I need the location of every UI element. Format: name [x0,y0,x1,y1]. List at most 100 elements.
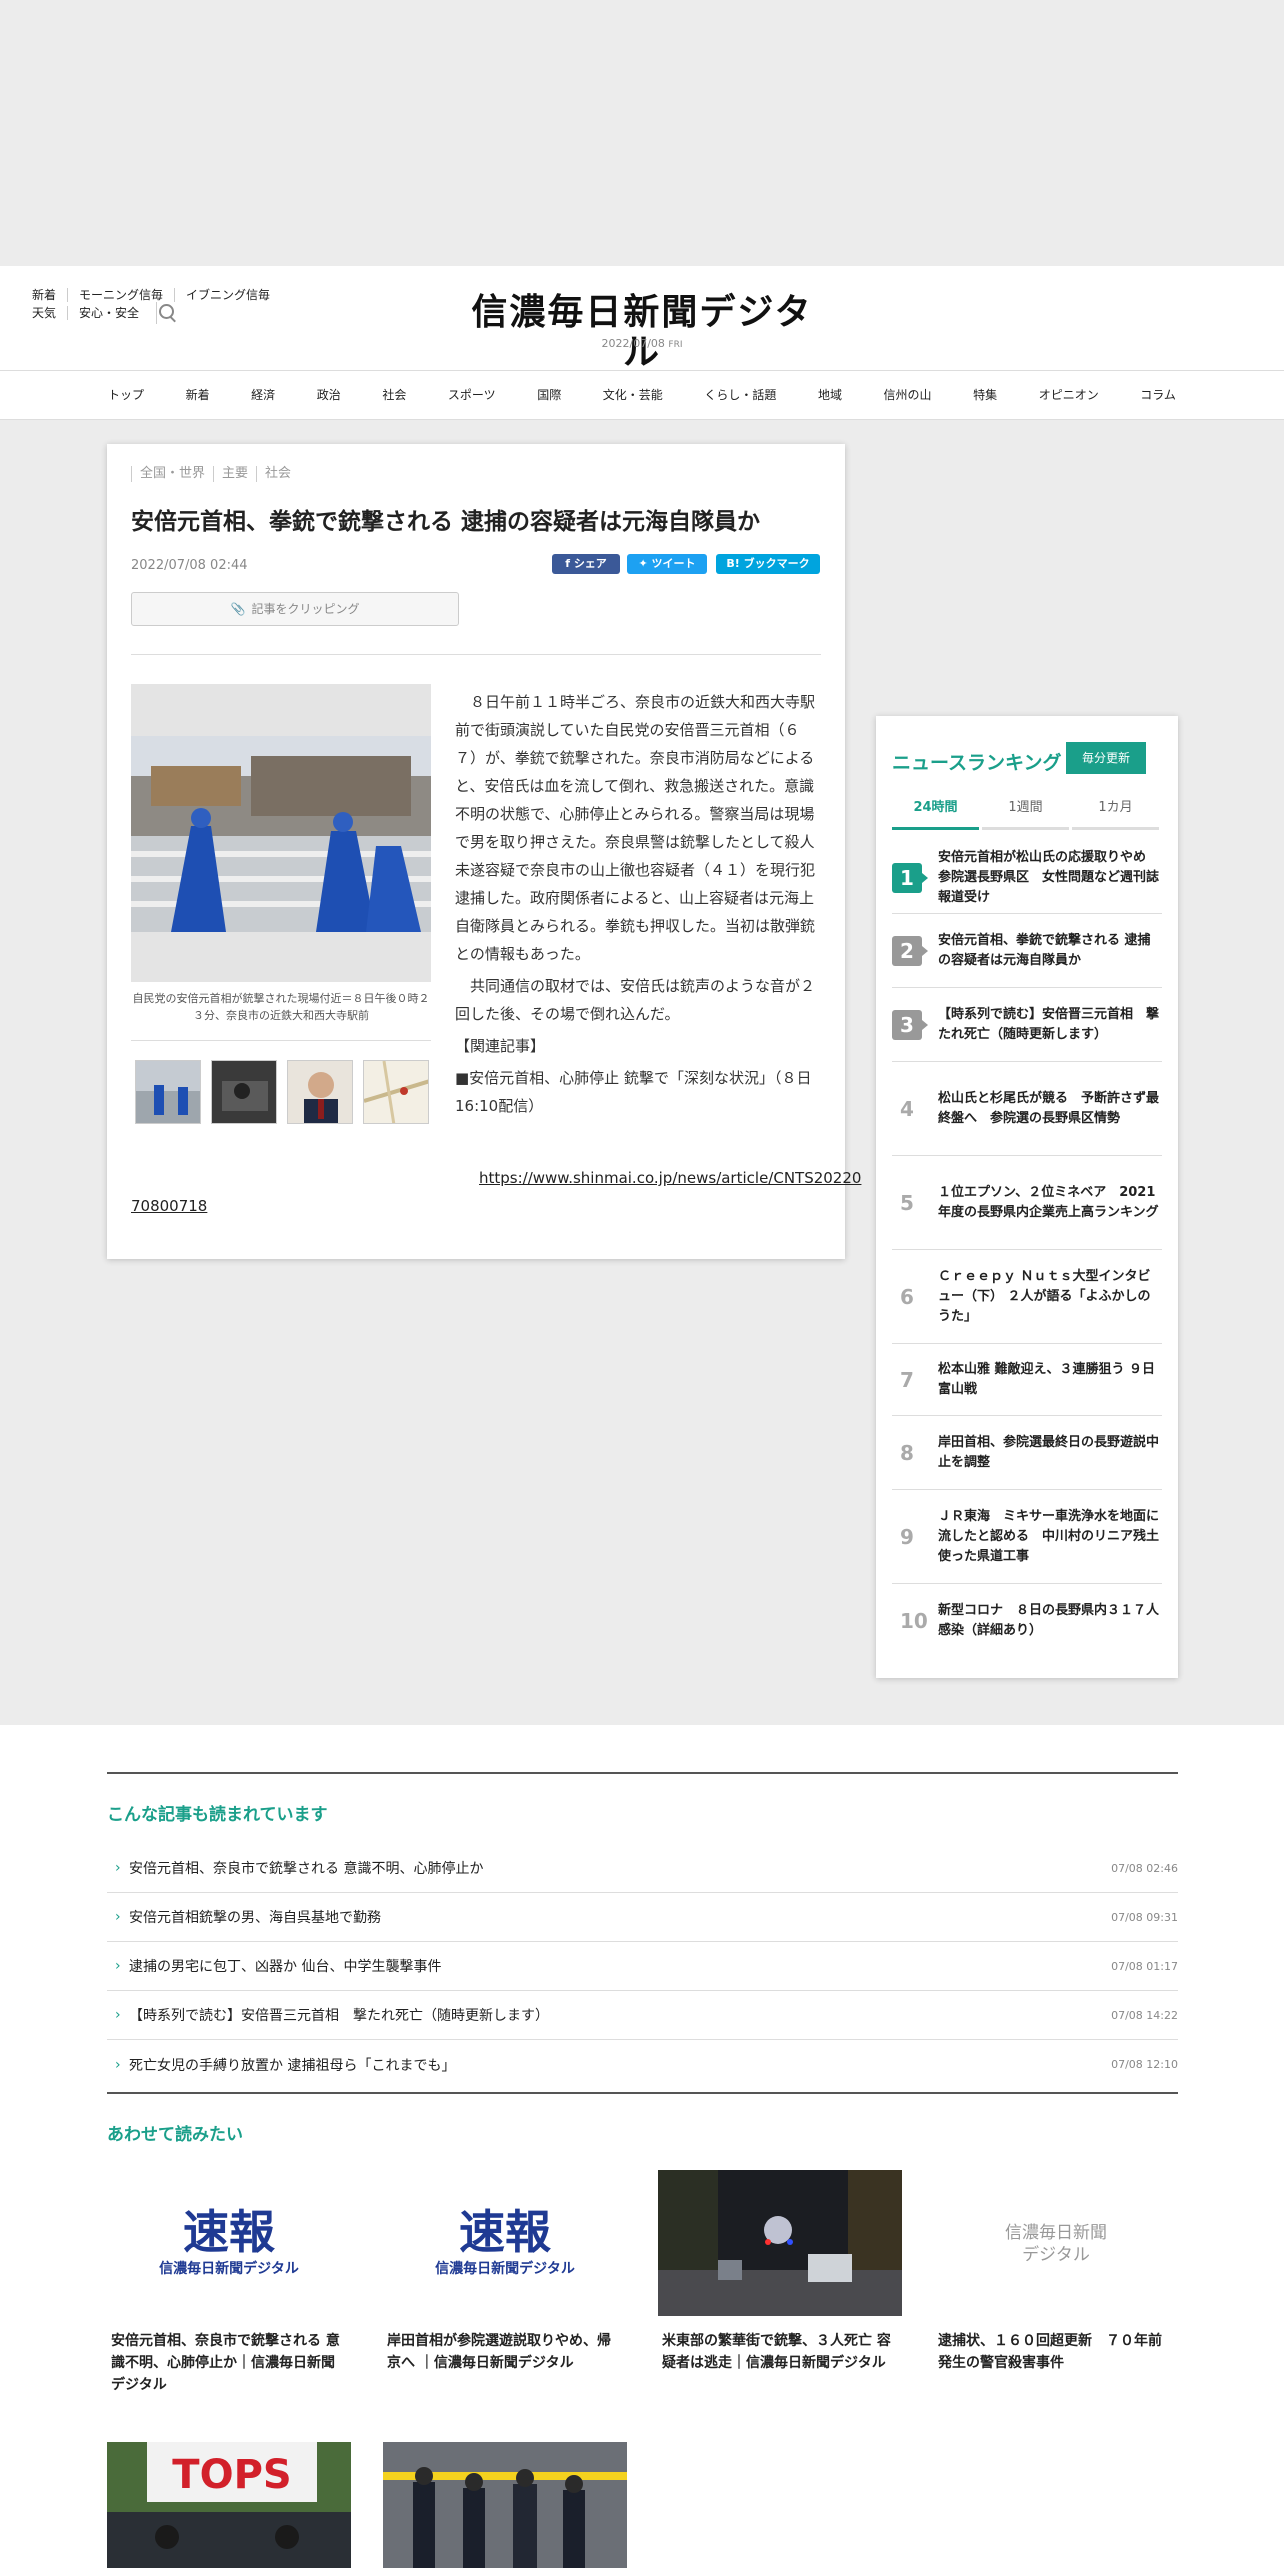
ranking-item-title[interactable]: 新型コロナ ８日の長野県内３１７人感染（詳細あり） [928,1601,1162,1641]
ranking-item[interactable]: 7 松本山雅 難敵迎え、３連勝狙う ９日富山戦 [892,1344,1162,1416]
header-link-weather[interactable]: 天気 [32,306,67,320]
ranking-item[interactable]: 10 新型コロナ ８日の長野県内３１７人感染（詳細あり） [892,1584,1162,1658]
category-tag[interactable]: 主要 [213,466,256,482]
list-item-date: 07/08 09:31 [1111,1910,1178,1924]
ranking-item[interactable]: 3 【時系列で読む】安倍晋三元首相 撃たれ死亡（随時更新します） [892,988,1162,1062]
related-label: 【関連記事】 [455,1037,546,1055]
placeholder-logo-line1: 信濃毎日新聞 [1005,2223,1107,2243]
ranking-item[interactable]: 4 松山氏と杉尾氏が競る 予断許さず最終盤へ 参院選の長野県区情勢 [892,1062,1162,1156]
ranking-item[interactable]: 6 Ｃｒｅｅｐｙ Ｎｕｔｓ大型インタビュー（下） ２人が語る「よふかしのうた」 [892,1250,1162,1344]
ranking-item-title[interactable]: １位エプソン、２位ミネベア 2021年度の長野県内企業売上高ランキング [928,1183,1162,1223]
article-url-part2[interactable]: 70800718 [131,1197,207,1215]
ranking-item[interactable]: 5 １位エプソン、２位ミネベア 2021年度の長野県内企業売上高ランキング [892,1156,1162,1250]
rank-number: 6 [900,1284,914,1309]
site-logo[interactable]: 信濃毎日新聞デジタル [466,292,818,372]
photo-thumbnails [135,1060,429,1124]
rank-number: 9 [900,1524,914,1549]
recommend-title: あわせて読みたい [107,2125,243,2145]
header-link-new[interactable]: 新着 [32,288,67,302]
ranking-item-title[interactable]: Ｃｒｅｅｐｙ Ｎｕｔｓ大型インタビュー（下） ２人が語る「よふかしのうた」 [928,1267,1162,1327]
nav-item-feature[interactable]: 特集 [963,371,1007,419]
ranking-item[interactable]: 1 安倍元首相が松山氏の応援取りやめ 参院選長野県区 女性問題など週刊誌報道受け [892,842,1162,914]
nav-item-international[interactable]: 国際 [527,371,571,419]
header-link-safety[interactable]: 安心・安全 [67,306,150,320]
nav-item-society[interactable]: 社会 [372,371,416,419]
nav-item-mountain[interactable]: 信州の山 [874,371,942,419]
recommend-card[interactable]: 信濃毎日新聞 デジタル 逮捕状、１６０回超更新 ７０年前発生の警官殺害事件 [934,2170,1178,2374]
header-date-value: 2022/07/08 [601,337,665,350]
recommend-card[interactable]: 速報 信濃毎日新聞デジタル 安倍元首相、奈良市で銃撃される 意識不明、心肺停止か… [107,2170,351,2396]
related-article-link[interactable]: ■安倍元首相、心肺停止 銃撃で「深刻な状況」（８日16:10配信） [455,1064,821,1120]
recommend-card[interactable]: 米東部の繁華街で銃撃、３人死亡 容疑者は逃走｜信濃毎日新聞デジタル [658,2170,902,2374]
header-link-evening[interactable]: イブニング信毎 [174,288,281,302]
ranking-item[interactable]: 8 岸田首相、参院選最終日の長野遊説中止を調整 [892,1416,1162,1490]
article-title: 安倍元首相、拳銃で銃撃される 逮捕の容疑者は元海自隊員か [131,509,761,535]
ranking-item-title[interactable]: 松山氏と杉尾氏が競る 予断許さず最終盤へ 参院選の長野県区情勢 [928,1089,1162,1129]
nav-item-sports[interactable]: スポーツ [438,371,506,419]
nav-item-economy[interactable]: 経済 [241,371,285,419]
ranking-item[interactable]: 9 ＪＲ東海 ミキサー車洗浄水を地面に流したと認める 中川村のリニア残土使った県… [892,1490,1162,1584]
photo-thumbnail[interactable] [363,1060,429,1124]
card-title[interactable]: 岸田首相が参院選遊説取りやめ、帰京へ ｜信濃毎日新聞デジタル [383,2330,627,2374]
nav-item-region[interactable]: 地域 [808,371,852,419]
main-nav: トップ 新着 経済 政治 社会 スポーツ 国際 文化・芸能 くらし・話題 地域 … [0,370,1284,420]
ranking-item-title[interactable]: 岸田首相、参院選最終日の長野遊説中止を調整 [928,1433,1162,1473]
nav-item-culture[interactable]: 文化・芸能 [593,371,673,419]
list-item[interactable]: › 死亡女児の手縛り放置か 逮捕祖母ら「これまでも」 07/08 12:10 [107,2040,1178,2089]
list-item-title[interactable]: 死亡女児の手縛り放置か 逮捕祖母ら「これまでも」 [129,2055,1111,2075]
nav-item-column[interactable]: コラム [1130,371,1186,419]
photo-thumbnail[interactable] [287,1060,353,1124]
article-paragraph: 共同通信の取材では、安倍氏は銃声のような音が２回した後、その場で倒れ込んだ。 [455,977,816,1023]
category-tag[interactable]: 全国・世界 [131,466,213,482]
tab-24h[interactable]: 24時間 [892,796,979,830]
ranking-item-title[interactable]: 【時系列で読む】安倍晋三元首相 撃たれ死亡（随時更新します） [928,1005,1162,1045]
nav-item-life[interactable]: くらし・話題 [694,371,786,419]
ranking-item-title[interactable]: ＪＲ東海 ミキサー車洗浄水を地面に流したと認める 中川村のリニア残土使った県道工… [928,1507,1162,1567]
also-read-title: こんな記事も読まれています [107,1805,328,1825]
list-item[interactable]: › 【時系列で読む】安倍晋三元首相 撃たれ死亡（随時更新します） 07/08 14:… [107,1991,1178,2040]
nav-item-top[interactable]: トップ [98,371,154,419]
list-item-title[interactable]: 【時系列で読む】安倍晋三元首相 撃たれ死亡（随時更新します） [129,2005,1111,2025]
list-item[interactable]: › 安倍元首相、奈良市で銃撃される 意識不明、心肺停止か 07/08 02:46 [107,1844,1178,1893]
tops-sign: TOPS [172,2452,291,2498]
category-tag[interactable]: 社会 [256,466,299,482]
breaking-label: 速報 [459,2205,551,2259]
list-item[interactable]: › 安倍元首相銃撃の男、海自呉基地で勤務 07/08 09:31 [107,1893,1178,1942]
ranking-item-title[interactable]: 松本山雅 難敵迎え、３連勝狙う ９日富山戦 [928,1360,1162,1400]
site-header: 新着 モーニング信毎 イブニング信毎 天気 安心・安全 信濃毎日新聞デジタル 2… [0,266,1284,372]
photo-thumbnail[interactable] [211,1060,277,1124]
hatena-bookmark-button[interactable]: B! ブックマーク [716,554,820,574]
list-item-title[interactable]: 安倍元首相、奈良市で銃撃される 意識不明、心肺停止か [129,1858,1111,1878]
facebook-share-button[interactable]: f シェア [552,554,620,574]
twitter-share-button[interactable]: ✦ ツイート [627,554,707,574]
recommend-card[interactable] [383,2442,627,2568]
ranking-item-title[interactable]: 安倍元首相、拳銃で銃撃される 逮捕の容疑者は元海自隊員か [928,931,1162,971]
recommend-card[interactable]: 速報 信濃毎日新聞デジタル 岸田首相が参院選遊説取りやめ、帰京へ ｜信濃毎日新聞… [383,2170,627,2374]
photo-thumbnail[interactable] [135,1060,201,1124]
article-url-part1[interactable]: https://www.shinmai.co.jp/news/article/C… [479,1169,861,1187]
nav-item-new[interactable]: 新着 [176,371,220,419]
tab-1month[interactable]: 1カ月 [1072,796,1159,830]
list-item-title[interactable]: 逮捕の男宅に包丁、凶器か 仙台、中学生襲撃事件 [129,1956,1111,1976]
chevron-right-icon: › [115,1958,121,1974]
header-link-morning[interactable]: モーニング信毎 [67,288,174,302]
recommend-card[interactable]: TOPS [107,2442,351,2568]
ranking-item-title[interactable]: 安倍元首相が松山氏の応援取りやめ 参院選長野県区 女性問題など週刊誌報道受け [928,848,1162,908]
ranking-update-badge: 毎分更新 [1066,742,1146,774]
search-icon[interactable] [156,302,179,324]
article-photo[interactable] [131,684,431,982]
ranking-item[interactable]: 2 安倍元首相、拳銃で銃撃される 逮捕の容疑者は元海自隊員か [892,914,1162,988]
card-title[interactable]: 米東部の繁華街で銃撃、３人死亡 容疑者は逃走｜信濃毎日新聞デジタル [658,2330,902,2374]
rank-number: 1 [892,862,928,893]
facebook-share-label: シェア [573,557,607,570]
clip-article-button[interactable]: 📎 記事をクリッピング [131,592,459,626]
nav-item-politics[interactable]: 政治 [307,371,351,419]
header-date: 2022/07/08 FRI [540,337,744,350]
card-title[interactable]: 逮捕状、１６０回超更新 ７０年前発生の警官殺害事件 [934,2330,1178,2374]
article-url[interactable]: https://www.shinmai.co.jp/news/article/C… [131,1164,861,1220]
list-item[interactable]: › 逮捕の男宅に包丁、凶器か 仙台、中学生襲撃事件 07/08 01:17 [107,1942,1178,1991]
nav-item-opinion[interactable]: オピニオン [1029,371,1109,419]
card-title[interactable]: 安倍元首相、奈良市で銃撃される 意識不明、心肺停止か｜信濃毎日新聞デジタル [107,2330,351,2396]
tab-1week[interactable]: 1週間 [982,796,1069,830]
list-item-title[interactable]: 安倍元首相銃撃の男、海自呉基地で勤務 [129,1907,1111,1927]
